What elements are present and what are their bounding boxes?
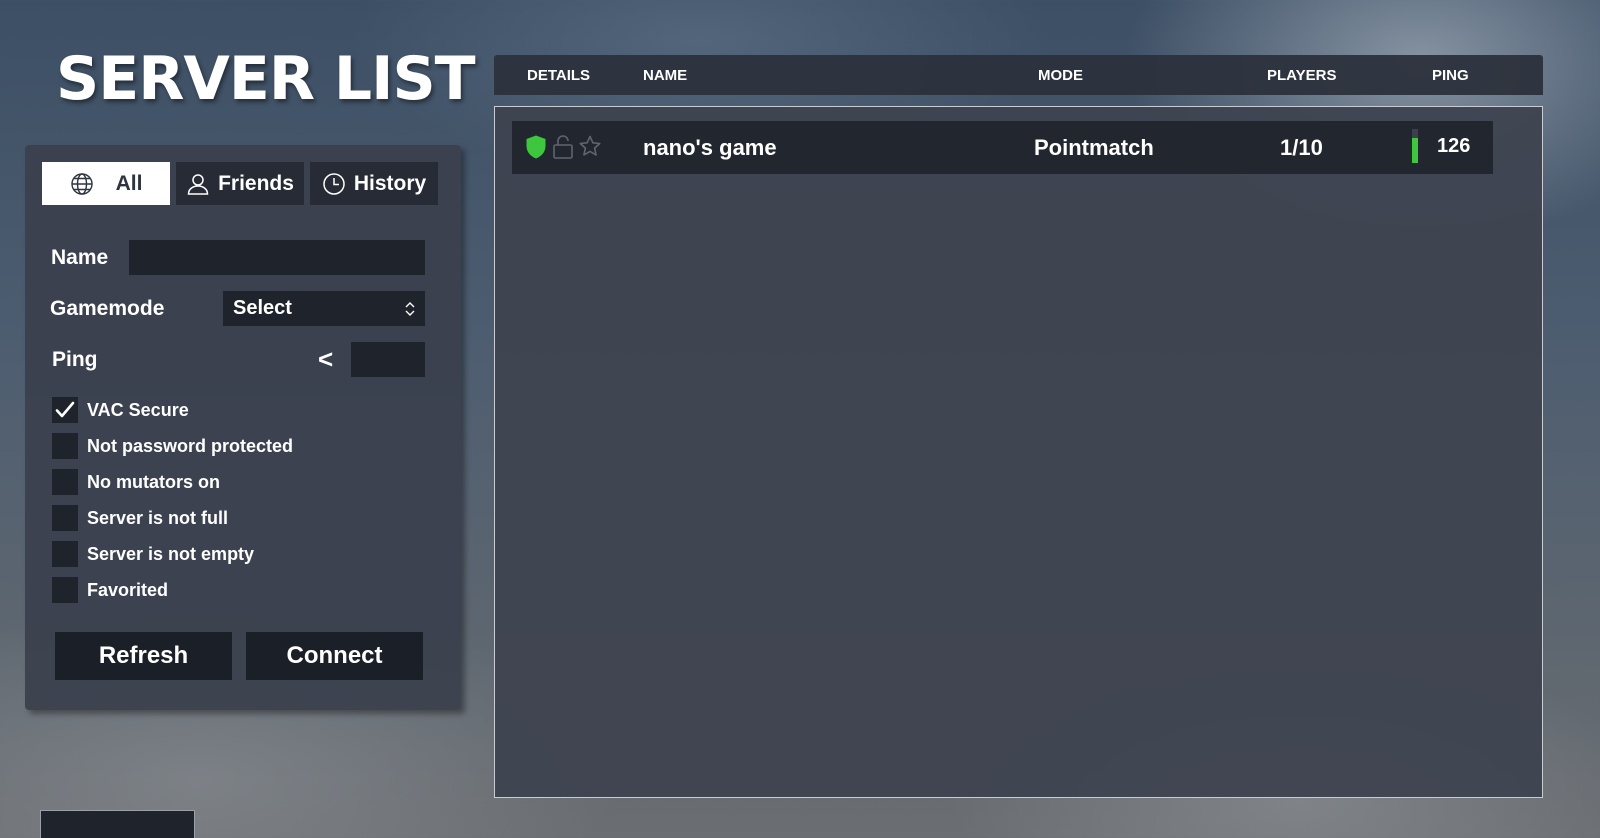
tab-history[interactable]: History xyxy=(310,162,438,205)
checkbox-label: VAC Secure xyxy=(87,399,189,420)
checkbox-label: No mutators on xyxy=(87,471,220,492)
server-ping: 126 xyxy=(1437,135,1471,157)
page-title: SERVER LIST xyxy=(56,44,476,114)
checkbox-no-mutators[interactable]: No mutators on xyxy=(52,469,220,495)
column-header-name[interactable]: NAME xyxy=(643,67,687,84)
checkbox[interactable] xyxy=(52,397,78,423)
checkbox[interactable] xyxy=(52,469,78,495)
checkbox-label: Server is not empty xyxy=(87,543,255,564)
user-icon xyxy=(186,172,210,196)
checkbox-not-password-protected[interactable]: Not password protected xyxy=(52,433,293,459)
checkbox-server-not-empty[interactable]: Server is not empty xyxy=(52,541,254,567)
gamemode-select[interactable]: Select xyxy=(223,291,425,326)
ping-label: Ping xyxy=(52,348,98,371)
server-players: 1/10 xyxy=(1280,135,1323,160)
checkbox[interactable] xyxy=(52,541,78,567)
ping-operator: < xyxy=(318,344,334,374)
checkbox[interactable] xyxy=(52,577,78,603)
server-row[interactable]: nano's game Pointmatch 1/10 126 xyxy=(512,121,1493,174)
column-header-mode[interactable]: MODE xyxy=(1038,67,1083,84)
bottom-button[interactable] xyxy=(40,810,195,838)
tab-label: All xyxy=(115,171,143,195)
vac-shield-icon xyxy=(524,134,548,160)
checkbox[interactable] xyxy=(52,505,78,531)
filter-panel: All Friends History Name Gamemode Select xyxy=(25,145,461,710)
name-input[interactable] xyxy=(129,240,425,275)
checkbox[interactable] xyxy=(52,433,78,459)
checkbox-vac-secure[interactable]: VAC Secure xyxy=(52,397,189,423)
server-list-header: DETAILS NAME MODE PLAYERS PING xyxy=(494,55,1543,95)
tab-friends[interactable]: Friends xyxy=(176,162,304,205)
server-list: nano's game Pointmatch 1/10 126 xyxy=(494,106,1543,798)
ping-indicator-fill xyxy=(1412,137,1418,163)
globe-icon xyxy=(70,172,94,196)
gamemode-value: Select xyxy=(233,297,292,319)
ping-indicator xyxy=(1412,129,1418,163)
gamemode-label: Gamemode xyxy=(50,297,165,320)
clock-icon xyxy=(322,172,346,196)
chevron-updown-icon xyxy=(404,300,416,316)
favorite-star-icon[interactable] xyxy=(578,134,602,160)
column-header-players[interactable]: PLAYERS xyxy=(1267,67,1336,84)
checkbox-label: Server is not full xyxy=(87,507,229,528)
tab-all[interactable]: All xyxy=(42,162,170,205)
server-mode: Pointmatch xyxy=(1034,135,1154,160)
connect-button[interactable]: Connect xyxy=(246,632,423,680)
ping-input[interactable] xyxy=(351,342,425,377)
lock-open-icon xyxy=(552,134,576,160)
name-label: Name xyxy=(51,246,109,269)
checkbox-favorited[interactable]: Favorited xyxy=(52,577,168,603)
checkmark-icon xyxy=(55,401,75,418)
checkbox-label: Favorited xyxy=(87,579,169,600)
column-header-details[interactable]: DETAILS xyxy=(527,67,590,84)
tab-label: Friends xyxy=(218,171,294,195)
server-name: nano's game xyxy=(643,135,777,160)
checkbox-label: Not password protected xyxy=(87,435,294,456)
refresh-button[interactable]: Refresh xyxy=(55,632,232,680)
column-header-ping[interactable]: PING xyxy=(1432,67,1469,84)
checkbox-server-not-full[interactable]: Server is not full xyxy=(52,505,228,531)
filter-tabs: All Friends History xyxy=(42,162,438,205)
tab-label: History xyxy=(353,171,427,195)
